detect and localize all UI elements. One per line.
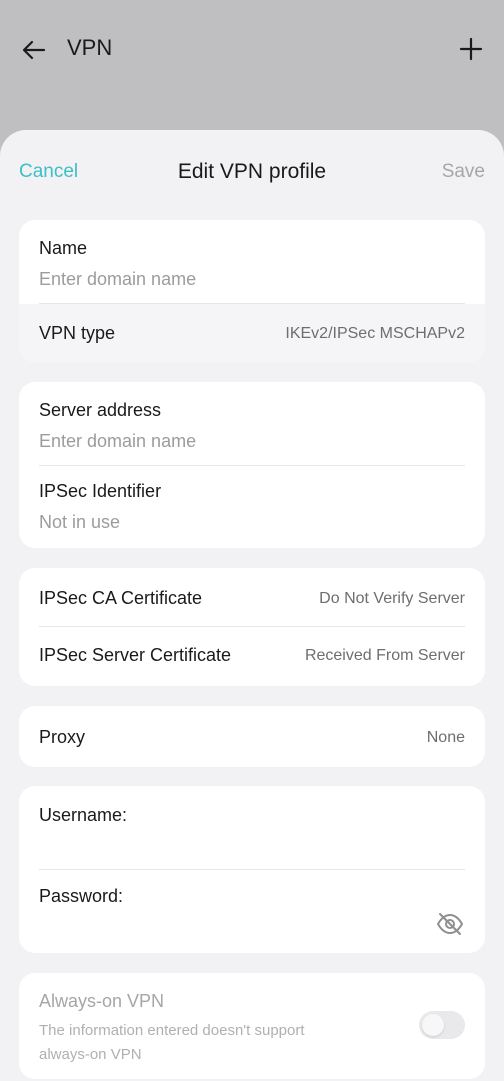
- server-address-input[interactable]: Enter domain name: [39, 431, 196, 452]
- save-button[interactable]: Save: [442, 161, 485, 183]
- always-on-description: The information entered doesn't support …: [39, 1019, 305, 1067]
- page-title: VPN: [67, 35, 113, 60]
- divider: [39, 869, 465, 870]
- top-app-bar: VPN: [0, 0, 504, 130]
- eye-off-icon[interactable]: [435, 909, 465, 939]
- proxy-row[interactable]: Proxy None: [19, 706, 485, 767]
- password-label: Password:: [39, 886, 124, 906]
- name-label: Name: [39, 238, 88, 258]
- sheet-title: Edit VPN profile: [177, 160, 327, 183]
- always-on-label: Always-on VPN: [39, 991, 165, 1011]
- toggle-knob: [422, 1014, 444, 1036]
- vpn-type-value: IKEv2/IPSec MSCHAPv2: [285, 325, 465, 342]
- always-on-description-line2: always-on VPN: [39, 1046, 142, 1063]
- username-input[interactable]: [39, 831, 465, 865]
- proxy-label: Proxy: [39, 727, 86, 747]
- server-certificate-value: Received From Server: [304, 647, 465, 664]
- ca-certificate-label: IPSec CA Certificate: [39, 588, 203, 608]
- always-on-toggle[interactable]: [419, 1011, 465, 1039]
- name-input[interactable]: Enter domain name: [39, 269, 196, 290]
- ipsec-identifier-input[interactable]: Not in use: [39, 512, 120, 533]
- vpn-type-label: VPN type: [39, 323, 116, 343]
- server-certificate-label: IPSec Server Certificate: [39, 645, 232, 665]
- password-input[interactable]: [39, 912, 419, 946]
- ca-certificate-value: Do Not Verify Server: [319, 590, 465, 607]
- proxy-value: None: [426, 729, 465, 746]
- profile-card: Name Enter domain name VPN type IKEv2/IP…: [19, 220, 485, 362]
- ipsec-identifier-label: IPSec Identifier: [39, 481, 162, 501]
- ca-certificate-row[interactable]: IPSec CA Certificate Do Not Verify Serve…: [19, 568, 485, 626]
- back-arrow-icon[interactable]: [20, 36, 48, 64]
- sheet-header: Cancel Edit VPN profile Save: [0, 130, 504, 214]
- edit-vpn-sheet: Cancel Edit VPN profile Save Name Enter …: [0, 130, 504, 1081]
- add-icon[interactable]: [458, 36, 484, 62]
- credentials-card: Username: Password:: [19, 786, 485, 953]
- vpn-type-row[interactable]: VPN type IKEv2/IPSec MSCHAPv2: [19, 304, 485, 362]
- divider: [39, 465, 465, 466]
- always-on-description-line1: The information entered doesn't support: [39, 1022, 305, 1039]
- always-on-card: Always-on VPN The information entered do…: [19, 973, 485, 1079]
- certificates-card: IPSec CA Certificate Do Not Verify Serve…: [19, 568, 485, 686]
- server-certificate-row[interactable]: IPSec Server Certificate Received From S…: [19, 627, 485, 686]
- server-card: Server address Enter domain name IPSec I…: [19, 382, 485, 548]
- server-address-label: Server address: [39, 400, 162, 420]
- username-label: Username:: [39, 805, 128, 825]
